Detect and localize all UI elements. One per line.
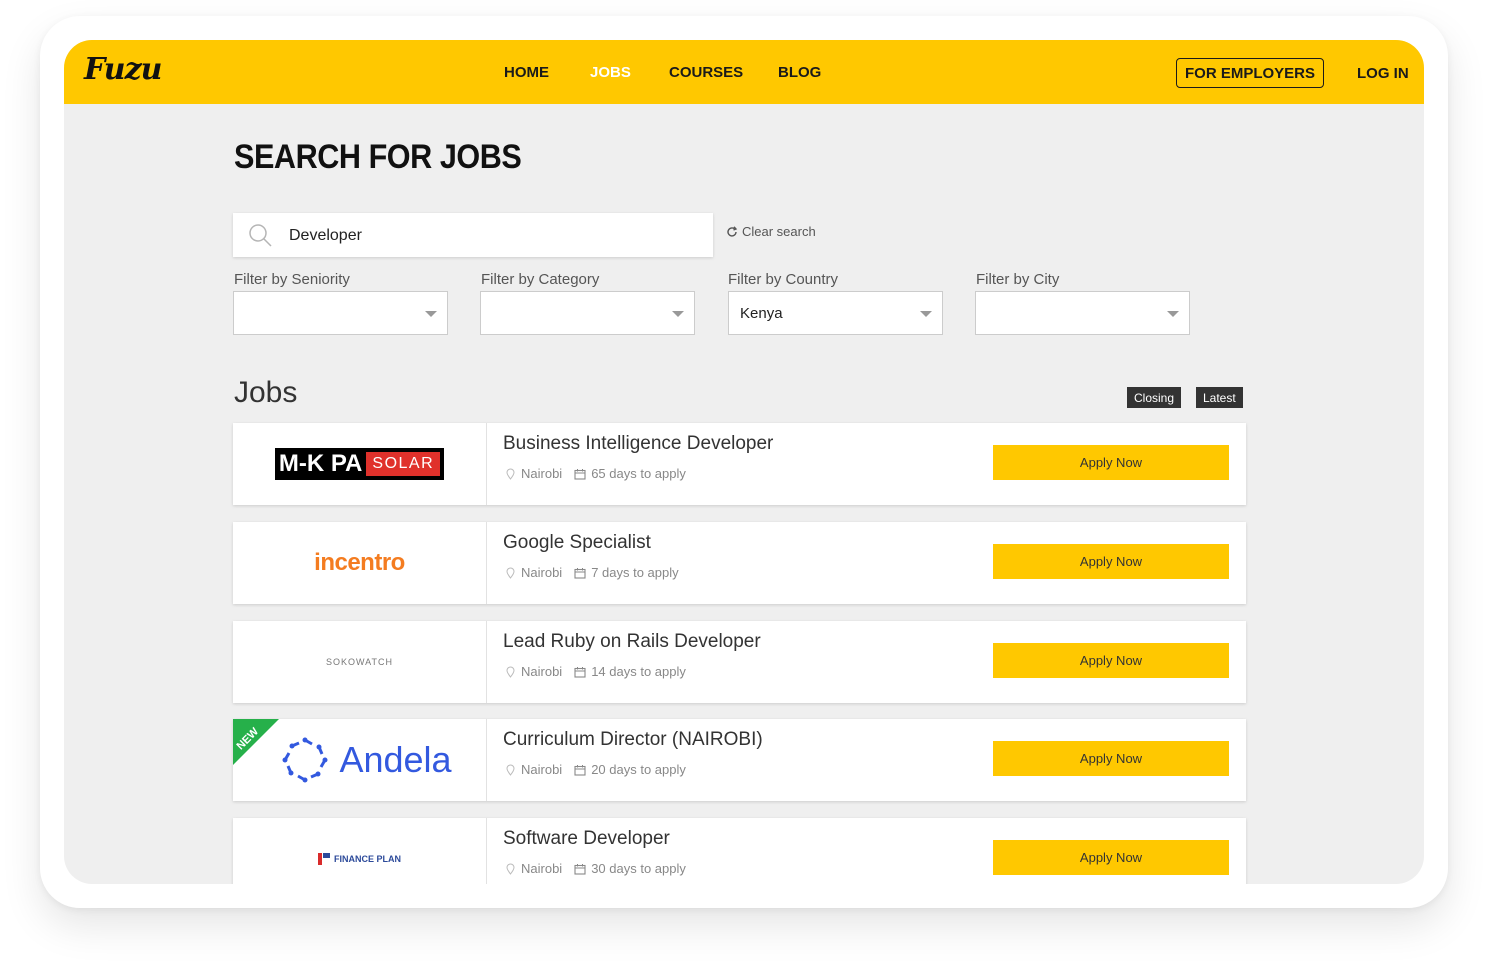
job-deadline: 65 days to apply bbox=[591, 466, 686, 481]
filter-category-label: Filter by Category bbox=[481, 271, 600, 288]
nav-blog[interactable]: BLOG bbox=[778, 64, 821, 81]
job-title[interactable]: Lead Ruby on Rails Developer bbox=[503, 631, 761, 653]
chevron-down-icon bbox=[920, 311, 932, 317]
filter-city-label: Filter by City bbox=[976, 271, 1060, 288]
job-card[interactable]: M-K PA SOLAR Business Intelligence Devel… bbox=[233, 423, 1246, 505]
jobs-heading: Jobs bbox=[234, 376, 298, 409]
page-title: SEARCH FOR JOBS bbox=[234, 138, 522, 176]
job-card[interactable]: SOKOWATCH Lead Ruby on Rails Developer N… bbox=[233, 621, 1246, 703]
calendar-icon bbox=[574, 863, 586, 875]
search-box bbox=[233, 213, 713, 259]
job-title[interactable]: Curriculum Director (NAIROBI) bbox=[503, 729, 763, 751]
job-meta: Nairobi 30 days to apply bbox=[506, 861, 686, 876]
finance-plan-mark-icon bbox=[318, 853, 330, 865]
incentro-logo: incentro bbox=[314, 549, 405, 576]
job-title[interactable]: Software Developer bbox=[503, 828, 670, 850]
for-employers-button[interactable]: FOR EMPLOYERS bbox=[1176, 58, 1324, 88]
search-icon bbox=[249, 224, 272, 247]
filter-country-select[interactable]: Kenya bbox=[728, 291, 943, 335]
location-pin-icon bbox=[506, 764, 515, 776]
location-pin-icon bbox=[506, 863, 515, 875]
mkopa-logo: M-K PA SOLAR bbox=[274, 448, 445, 480]
nav-home[interactable]: HOME bbox=[504, 64, 549, 81]
job-card[interactable]: FINANCE PLAN Software Developer Nairobi … bbox=[233, 818, 1246, 884]
apply-now-button[interactable]: Apply Now bbox=[993, 544, 1229, 579]
search-input[interactable] bbox=[287, 213, 691, 259]
finance-plan-logo-text: FINANCE PLAN bbox=[334, 854, 401, 864]
mkopa-logo-text: M-K PA bbox=[278, 450, 363, 477]
refresh-icon bbox=[727, 225, 738, 237]
clear-search-label: Clear search bbox=[742, 224, 816, 239]
company-logo-mkopa: M-K PA SOLAR bbox=[233, 423, 487, 505]
fuzu-logo[interactable]: Fuzu bbox=[84, 52, 162, 87]
job-card[interactable]: incentro Google Specialist Nairobi 7 day… bbox=[233, 522, 1246, 604]
apply-now-button[interactable]: Apply Now bbox=[993, 643, 1229, 678]
filter-country-label: Filter by Country bbox=[728, 271, 839, 288]
job-deadline: 30 days to apply bbox=[591, 861, 686, 876]
calendar-icon bbox=[574, 764, 586, 776]
calendar-icon bbox=[574, 567, 586, 579]
company-logo-incentro: incentro bbox=[233, 522, 487, 604]
job-location: Nairobi bbox=[521, 664, 563, 679]
filter-category-select[interactable] bbox=[480, 291, 695, 335]
sort-closing-button[interactable]: Closing bbox=[1127, 387, 1182, 408]
company-logo-sokowatch: SOKOWATCH bbox=[233, 621, 487, 703]
finance-plan-logo: FINANCE PLAN bbox=[318, 853, 401, 865]
mkopa-logo-solar: SOLAR bbox=[366, 452, 441, 476]
andela-logo-text: Andela bbox=[339, 739, 452, 780]
job-card[interactable]: Andela NEW Curriculum Director (NAIROBI)… bbox=[233, 719, 1246, 801]
chevron-down-icon bbox=[672, 311, 684, 317]
location-pin-icon bbox=[506, 468, 515, 480]
top-navbar: Fuzu HOME JOBS COURSES BLOG FOR EMPLOYER… bbox=[64, 40, 1424, 104]
job-location: Nairobi bbox=[521, 762, 563, 777]
job-deadline: 20 days to apply bbox=[591, 762, 686, 777]
calendar-icon bbox=[574, 666, 586, 678]
chevron-down-icon bbox=[425, 311, 437, 317]
andela-mark-icon bbox=[282, 737, 328, 783]
job-title[interactable]: Business Intelligence Developer bbox=[503, 433, 773, 455]
nav-courses[interactable]: COURSES bbox=[669, 64, 743, 81]
job-meta: Nairobi 14 days to apply bbox=[506, 664, 686, 679]
job-meta: Nairobi 20 days to apply bbox=[506, 762, 686, 777]
andela-logo: Andela bbox=[281, 736, 452, 784]
job-deadline: 7 days to apply bbox=[591, 565, 679, 580]
apply-now-button[interactable]: Apply Now bbox=[993, 741, 1229, 776]
filter-seniority-select[interactable] bbox=[233, 291, 448, 335]
filter-seniority-label: Filter by Seniority bbox=[234, 271, 350, 288]
job-meta: Nairobi 7 days to apply bbox=[506, 565, 679, 580]
nav-jobs[interactable]: JOBS bbox=[590, 64, 631, 81]
clear-search-link[interactable]: Clear search bbox=[726, 224, 816, 239]
company-logo-finance-plan: FINANCE PLAN bbox=[233, 818, 487, 884]
job-location: Nairobi bbox=[521, 861, 563, 876]
location-pin-icon bbox=[506, 666, 515, 678]
job-deadline: 14 days to apply bbox=[591, 664, 686, 679]
apply-now-button[interactable]: Apply Now bbox=[993, 445, 1229, 480]
browser-screen: Fuzu HOME JOBS COURSES BLOG FOR EMPLOYER… bbox=[64, 40, 1424, 884]
filter-city-select[interactable] bbox=[975, 291, 1190, 335]
sokowatch-logo: SOKOWATCH bbox=[326, 657, 393, 667]
apply-now-button[interactable]: Apply Now bbox=[993, 840, 1229, 875]
job-location: Nairobi bbox=[521, 565, 563, 580]
job-meta: Nairobi 65 days to apply bbox=[506, 466, 686, 481]
job-location: Nairobi bbox=[521, 466, 563, 481]
job-title[interactable]: Google Specialist bbox=[503, 532, 651, 554]
location-pin-icon bbox=[506, 567, 515, 579]
login-link[interactable]: LOG IN bbox=[1357, 65, 1409, 82]
filter-country-value: Kenya bbox=[740, 305, 783, 322]
sort-latest-button[interactable]: Latest bbox=[1196, 387, 1243, 408]
calendar-icon bbox=[574, 468, 586, 480]
chevron-down-icon bbox=[1167, 311, 1179, 317]
